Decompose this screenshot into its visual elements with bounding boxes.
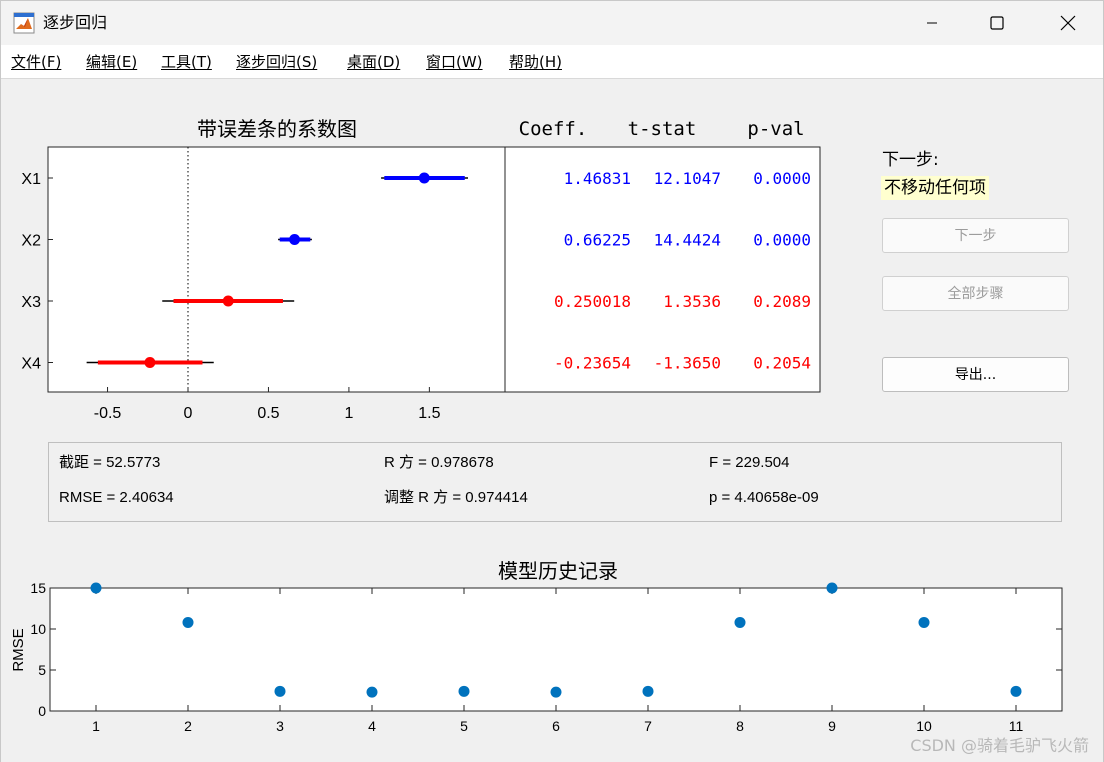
history-plot-title: 模型历史记录 [498, 559, 618, 583]
maximize-icon [990, 16, 1004, 30]
menu-bar: 文件(F) 编辑(E) 工具(T) 逐步回归(S) 桌面(D) 窗口(W) 帮助… [1, 45, 1103, 79]
history-x-tick-label: 1 [92, 718, 100, 734]
coef-table-coeff: 1.46831 [564, 169, 631, 188]
maximize-button[interactable] [974, 1, 1020, 45]
coef-x-tick-label: 0 [184, 405, 193, 422]
figure-content: 带误差条的系数图 -0.5 0 0.5 1 1.5 X1 X2 X3 X4 Coeff. t-… [1, 80, 1103, 762]
stat-r-squared: R 方 = 0.978678 [384, 454, 494, 471]
all-steps-button[interactable]: 全部步骤 [882, 276, 1069, 311]
coef-table-coeff: 0.250018 [554, 292, 631, 311]
menu-window[interactable]: 窗口(W) [426, 51, 483, 73]
history-x-tick-label: 3 [276, 718, 284, 734]
history-x-tick-label: 9 [828, 718, 836, 734]
coef-table-tstat: 14.4424 [654, 231, 721, 250]
stat-rmse: RMSE = 2.40634 [59, 489, 174, 506]
coef-y-label-x1: X1 [21, 171, 41, 188]
coef-x-tick-label: 0.5 [257, 405, 279, 422]
coef-point-x4 [144, 357, 156, 368]
coef-table-header-tstat: t-stat [628, 118, 697, 140]
window-title: 逐步回归 [43, 13, 108, 32]
watermark-text: CSDN @骑着毛驴飞火箭 [910, 736, 1089, 755]
history-point-5 [458, 685, 470, 697]
close-icon [1060, 15, 1076, 31]
next-step-button[interactable]: 下一步 [882, 218, 1069, 253]
menu-file[interactable]: 文件(F) [11, 51, 61, 73]
statistics-panel: 截距 = 52.5773 R 方 = 0.978678 F = 229.504 … [48, 442, 1062, 522]
menu-desktop[interactable]: 桌面(D) [347, 51, 400, 73]
history-y-tick-label: 10 [30, 621, 46, 637]
history-y-tick-label: 15 [30, 580, 46, 596]
coef-table-header-pval: p-val [747, 118, 804, 140]
title-bar[interactable]: 逐步回归 [1, 1, 1103, 45]
history-point-3 [274, 685, 286, 697]
history-point-6 [550, 686, 562, 698]
next-step-value: 不移动任何项 [881, 176, 989, 200]
history-x-tick-label: 7 [644, 718, 652, 734]
coef-table-tstat: -1.3650 [654, 354, 721, 373]
stat-adjusted-r-squared: 调整 R 方 = 0.974414 [384, 489, 528, 506]
history-y-axis-label: RMSE [10, 628, 27, 671]
coef-plot-title: 带误差条的系数图 [197, 117, 357, 141]
coef-table-pval: 0.2054 [753, 354, 811, 373]
coef-plot-area [47, 146, 506, 393]
history-point-10 [918, 616, 930, 628]
coef-y-label-x3: X3 [21, 294, 41, 311]
history-point-1 [90, 582, 102, 594]
coef-table-pval: 0.2089 [753, 292, 811, 311]
minimize-button[interactable] [909, 1, 955, 45]
coef-table-tstat: 12.1047 [654, 169, 721, 188]
coef-x-tick-label: -0.5 [94, 405, 122, 422]
history-point-11 [1010, 685, 1022, 697]
history-point-7 [642, 685, 654, 697]
history-x-tick-label: 6 [552, 718, 560, 734]
coef-y-label-x2: X2 [21, 233, 41, 250]
coef-table-pval: 0.0000 [753, 231, 811, 250]
history-y-tick-label: 5 [38, 662, 46, 678]
menu-stepwise[interactable]: 逐步回归(S) [236, 51, 317, 73]
coef-x-tick-label: 1.5 [418, 405, 440, 422]
history-point-4 [366, 686, 378, 698]
history-y-tick-label: 0 [38, 703, 46, 719]
coef-table-pval: 0.0000 [753, 169, 811, 188]
stepwise-window: 逐步回归 文件(F) 编辑(E) 工具(T) 逐步回归(S) 桌面(D) 窗口(… [0, 0, 1104, 762]
coef-point-x1 [418, 172, 430, 184]
coef-table-header-coeff: Coeff. [519, 118, 588, 140]
stat-f: F = 229.504 [709, 454, 790, 471]
coef-y-label-x4: X4 [21, 356, 41, 373]
coef-table-coeff: 0.66225 [564, 231, 631, 250]
menu-edit[interactable]: 编辑(E) [86, 51, 137, 73]
coef-x-tick-label: 1 [344, 405, 353, 422]
close-button[interactable] [1045, 1, 1091, 45]
menu-help[interactable]: 帮助(H) [509, 51, 562, 73]
coef-point-x2 [289, 234, 301, 245]
coef-point-x3 [222, 295, 234, 307]
stat-intercept: 截距 = 52.5773 [59, 454, 161, 471]
stat-p-value: p = 4.40658e-09 [709, 489, 819, 506]
history-x-tick-label: 5 [460, 718, 468, 734]
history-x-tick-label: 2 [184, 718, 192, 734]
minimize-icon [927, 22, 937, 24]
coef-table-tstat: 1.3536 [663, 292, 721, 311]
model-history-plot[interactable]: 模型历史记录 RMSE 1 2 3 4 5 6 7 8 9 10 11051015 [1, 550, 1101, 750]
history-point-9 [826, 582, 838, 594]
menu-tools[interactable]: 工具(T) [161, 51, 212, 73]
history-point-2 [182, 616, 194, 628]
history-point-8 [734, 616, 746, 628]
coef-table-coeff: -0.23654 [554, 354, 631, 373]
history-x-tick-label: 8 [736, 718, 744, 734]
history-x-tick-label: 4 [368, 718, 376, 734]
coefficient-plot[interactable]: 带误差条的系数图 -0.5 0 0.5 1 1.5 X1 X2 X3 X4 Coeff. t-… [1, 80, 831, 430]
next-step-label: 下一步: [882, 150, 939, 170]
matlab-logo-icon [13, 12, 35, 34]
export-button[interactable]: 导出... [882, 357, 1069, 392]
